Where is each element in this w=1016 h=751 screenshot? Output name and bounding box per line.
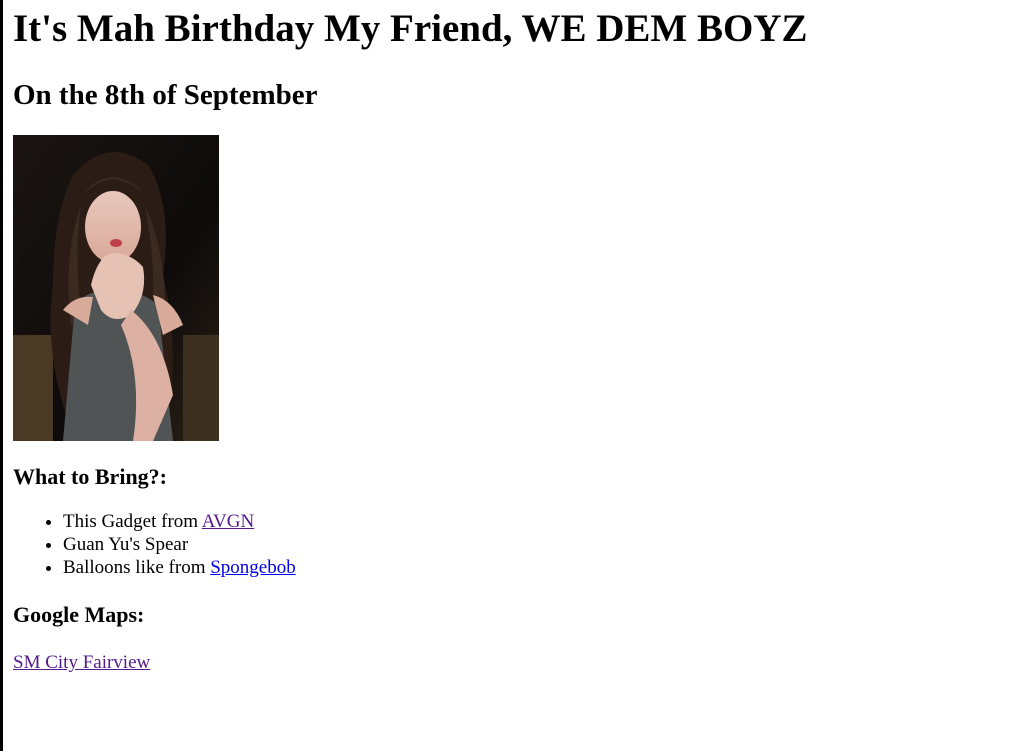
bring-list: This Gadget from AVGN Guan Yu's Spear Ba… [13,510,1003,579]
list-item: This Gadget from AVGN [63,510,1003,533]
list-item: Guan Yu's Spear [63,533,1003,556]
google-maps-heading: Google Maps: [13,602,145,627]
list-item-text: Guan Yu's Spear [63,534,189,555]
birthday-photo [13,135,219,441]
list-item-text: This Gadget from [63,511,202,532]
window-left-border [0,0,3,751]
sm-city-fairview-link[interactable]: SM City Fairview [13,651,1003,674]
spongebob-link[interactable]: Spongebob [210,557,296,578]
list-item: Balloons like from Spongebob [63,556,1003,579]
page-content: It's Mah Birthday My Friend, WE DEM BOYZ… [13,0,1003,674]
what-to-bring-heading: What to Bring?: [13,464,167,489]
page-title: It's Mah Birthday My Friend, WE DEM BOYZ [13,7,808,50]
avgn-link[interactable]: AVGN [202,511,254,532]
list-item-text: Balloons like from [63,557,211,578]
page-subtitle: On the 8th of September [13,79,318,111]
